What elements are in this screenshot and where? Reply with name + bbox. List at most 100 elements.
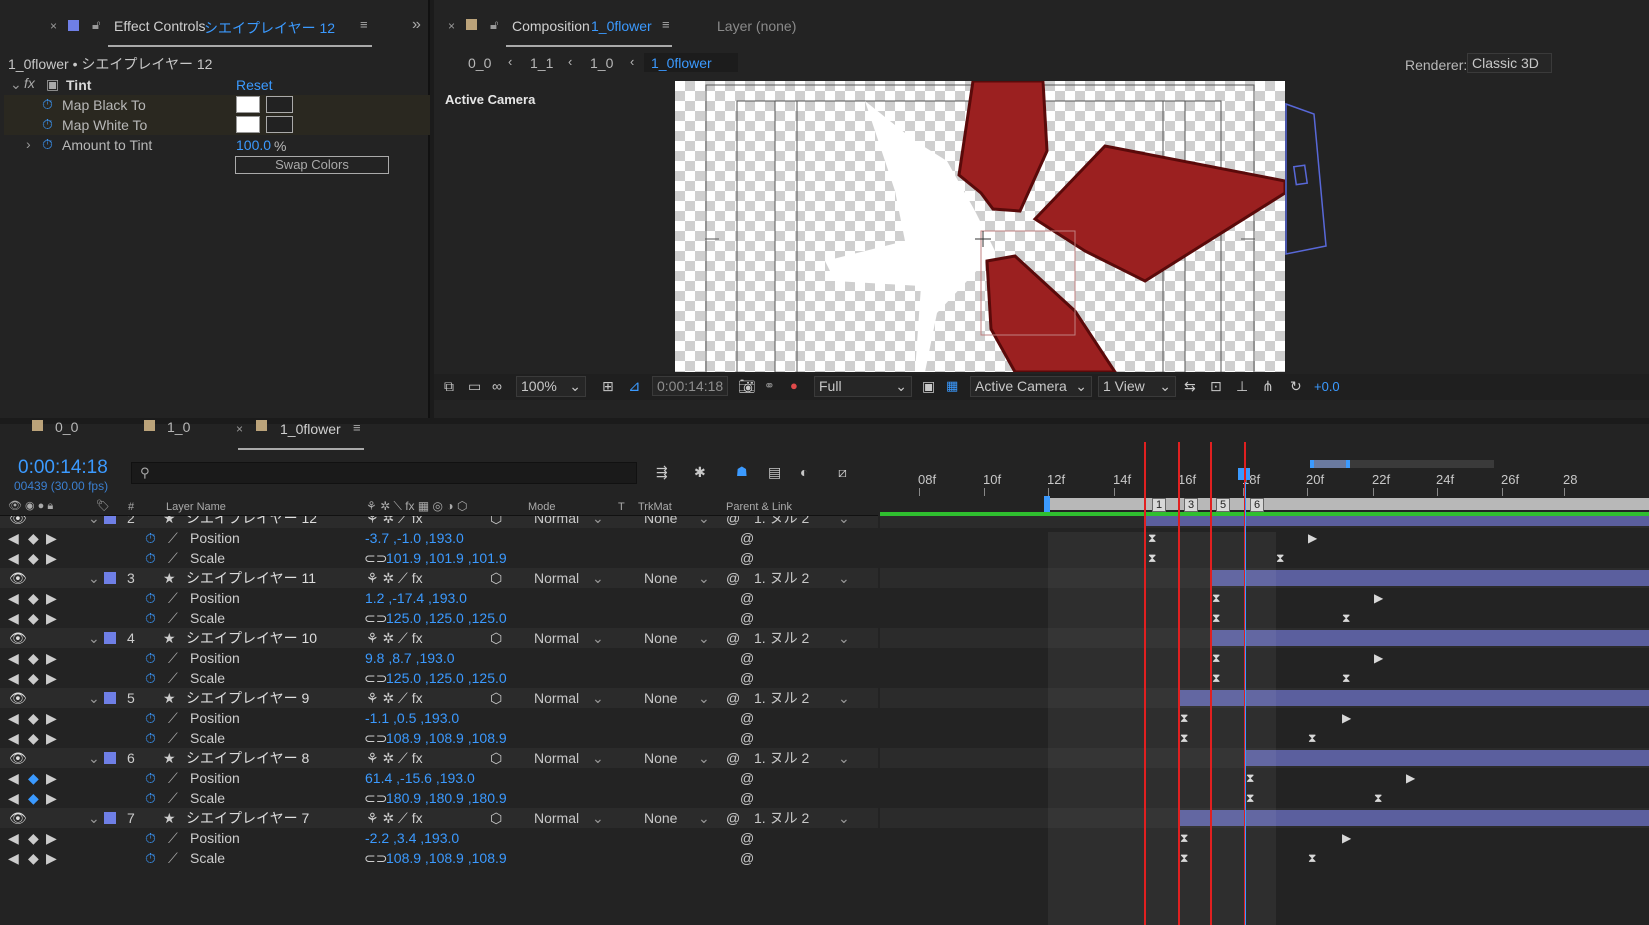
add-keyframe-icon[interactable]: ◆ — [28, 528, 39, 548]
fast-draft-icon[interactable]: ⊡ — [1210, 378, 1222, 395]
breadcrumb-1-1[interactable]: 1_1 — [530, 55, 553, 71]
layer-switches-icon[interactable]: ⚘ ✲ ⟋ fx — [366, 628, 423, 648]
breadcrumb-current[interactable]: 1_0flower — [644, 53, 738, 72]
layer-switches-icon[interactable]: ⚘ ✲ ⟋ fx — [366, 516, 423, 528]
motion-blur-icon[interactable]: ◐ — [800, 464, 808, 480]
graph-icon[interactable]: ⟋ — [168, 708, 178, 728]
prev-keyframe-icon[interactable]: ◀ — [8, 648, 19, 668]
layer-row[interactable]: 👁︎ ⌄ 5 ★ シエイプレイヤー 9 ⚘ ✲ ⟋ fx ⬡ Normal ⌄ None ⌄ @1. … — [0, 688, 878, 708]
parent-dropdown[interactable]: 1. ヌル 2 — [754, 516, 809, 528]
trkmat-dropdown[interactable]: None — [644, 568, 677, 588]
next-keyframe-icon[interactable]: ▶ — [46, 728, 57, 748]
mode-dropdown[interactable]: Normal — [534, 748, 579, 768]
mode-dropdown[interactable]: Normal — [534, 568, 579, 588]
next-keyframe-icon[interactable]: ▶ — [46, 648, 57, 668]
constrain-proportions-icon[interactable]: ⊂⊃ — [364, 728, 387, 748]
stopwatch-icon[interactable]: ⏱ — [145, 708, 156, 728]
time-navigator-handle[interactable] — [1310, 460, 1350, 468]
layer-name[interactable]: シエイプレイヤー 7 — [186, 808, 309, 828]
keyframe[interactable]: ▶ — [1374, 651, 1383, 665]
comp-viewport[interactable] — [675, 81, 1285, 372]
stopwatch-icon[interactable]: ⏱ — [145, 648, 156, 668]
next-keyframe-icon[interactable]: ▶ — [46, 768, 57, 788]
prev-keyframe-icon[interactable]: ◀ — [8, 788, 19, 808]
keyframe[interactable]: ▶ — [1308, 531, 1317, 545]
property-value[interactable]: 101.9 ,101.9 ,101.9 — [386, 548, 507, 568]
layer-label-swatch[interactable] — [104, 516, 116, 524]
add-keyframe-icon[interactable]: ◆ — [28, 608, 39, 628]
graph-icon[interactable]: ⟋ — [168, 528, 178, 548]
next-keyframe-icon[interactable]: ▶ — [46, 848, 57, 868]
layer-name[interactable]: シエイプレイヤー 9 — [186, 688, 309, 708]
reset-exposure-icon[interactable]: ↻ — [1290, 378, 1302, 395]
next-keyframe-icon[interactable]: ▶ — [46, 588, 57, 608]
keyframe[interactable]: ⧗ — [1308, 851, 1316, 865]
layer-row[interactable]: 👁︎ ⌄ 6 ★ シエイプレイヤー 8 ⚘ ✲ ⟋ fx ⬡ Normal ⌄ None ⌄ @1. … — [0, 748, 878, 768]
property-value[interactable]: -1.1 ,0.5 ,193.0 — [365, 708, 459, 728]
layer-name[interactable]: シエイプレイヤー 11 — [186, 568, 316, 588]
parent-dropdown[interactable]: 1. ヌル 2 — [754, 748, 809, 768]
expression-pickwhip-icon[interactable]: @ — [740, 708, 754, 728]
comp-marker[interactable]: 5 — [1216, 498, 1231, 512]
amount-value[interactable]: 100.0 — [236, 137, 271, 153]
monitor-icon[interactable]: ▭ — [468, 378, 481, 395]
add-keyframe-icon[interactable]: ◆ — [28, 708, 39, 728]
keyframe[interactable]: ⧗ — [1342, 611, 1350, 625]
fast-preview-icon[interactable]: ▣ — [922, 378, 935, 395]
prev-keyframe-icon[interactable]: ◀ — [8, 728, 19, 748]
resolution-dropdown[interactable]: Full ⌄ — [814, 376, 912, 397]
stopwatch-icon[interactable]: ⏱ — [145, 788, 156, 808]
eye-icon[interactable]: 👁︎ — [9, 628, 27, 648]
expression-pickwhip-icon[interactable]: @ — [740, 588, 754, 608]
stopwatch-icon[interactable]: ⏱ — [42, 116, 53, 133]
property-value[interactable]: 125.0 ,125.0 ,125.0 — [386, 668, 507, 688]
graph-icon[interactable]: ⟋ — [168, 588, 178, 608]
reset-link[interactable]: Reset — [236, 77, 273, 93]
prev-keyframe-icon[interactable]: ◀ — [8, 668, 19, 688]
panel-menu-icon[interactable]: ≡ — [360, 17, 368, 32]
next-keyframe-icon[interactable]: ▶ — [46, 548, 57, 568]
keyframe[interactable]: ▶ — [1342, 831, 1351, 845]
property-value[interactable]: 108.9 ,108.9 ,108.9 — [386, 848, 507, 868]
comp-marker[interactable]: 6 — [1250, 498, 1265, 512]
comp-marker[interactable]: 1 — [1152, 498, 1167, 512]
prev-keyframe-icon[interactable]: ◀ — [8, 768, 19, 788]
pickwhip-icon[interactable]: @ — [726, 688, 740, 708]
eye-icon[interactable]: 👁︎ — [9, 688, 27, 708]
chevron-down-icon[interactable]: ⌄ — [88, 628, 100, 648]
chevron-down-icon[interactable]: ⌄ — [88, 688, 100, 708]
header-layer-name[interactable]: Layer Name — [166, 501, 226, 513]
trkmat-dropdown[interactable]: None — [644, 516, 677, 528]
keyframe[interactable]: ▶ — [1406, 771, 1415, 785]
pickwhip-icon[interactable]: @ — [726, 808, 740, 828]
chevron-down-icon[interactable]: ⌄ — [88, 516, 100, 528]
region-of-interest-icon[interactable]: ⊿ — [628, 377, 641, 395]
next-keyframe-icon[interactable]: ▶ — [46, 788, 57, 808]
stopwatch-icon[interactable]: ⏱ — [145, 528, 156, 548]
graph-icon[interactable]: ⟋ — [168, 608, 178, 628]
timeline-icon[interactable]: ⊥ — [1236, 378, 1248, 395]
layer-switches-icon[interactable]: ⚘ ✲ ⟋ fx — [366, 568, 423, 588]
mode-dropdown[interactable]: Normal — [534, 688, 579, 708]
channel-icon[interactable]: ● — [790, 378, 798, 393]
graph-editor-icon[interactable]: ⧄ — [838, 464, 847, 481]
mode-dropdown[interactable]: Normal — [534, 628, 579, 648]
property-value[interactable]: 125.0 ,125.0 ,125.0 — [386, 608, 507, 628]
eye-icon[interactable]: 👁︎ — [9, 516, 27, 528]
property-value[interactable]: -3.7 ,-1.0 ,193.0 — [365, 528, 464, 548]
breadcrumb-1-0[interactable]: 1_0 — [590, 55, 613, 71]
layer-row[interactable]: 👁︎ ⌄ 7 ★ シエイプレイヤー 7 ⚘ ✲ ⟋ fx ⬡ Normal ⌄ None ⌄ @1. … — [0, 808, 878, 828]
eyedropper-icon[interactable] — [266, 96, 293, 113]
layer-switches-icon[interactable]: ⚘ ✲ ⟋ fx — [366, 748, 423, 768]
close-icon[interactable]: × — [236, 422, 243, 436]
eye-icon[interactable]: 👁︎ — [9, 808, 27, 828]
keyframe[interactable]: ▶ — [1374, 591, 1383, 605]
stopwatch-icon[interactable]: ⏱ — [145, 768, 156, 788]
viewer-timecode[interactable]: 0:00:14:18 — [652, 376, 728, 396]
tab-effect-controls[interactable]: Effect Controls — [114, 18, 206, 34]
panel-menu-icon[interactable]: ≡ — [353, 420, 361, 435]
tab-effect-controls-layer[interactable]: シエイプレイヤー 12 — [204, 18, 335, 38]
timeline-tab-1-0flower[interactable]: 1_0flower — [280, 421, 341, 437]
prev-keyframe-icon[interactable]: ◀ — [8, 848, 19, 868]
stopwatch-icon[interactable]: ⏱ — [145, 828, 156, 848]
